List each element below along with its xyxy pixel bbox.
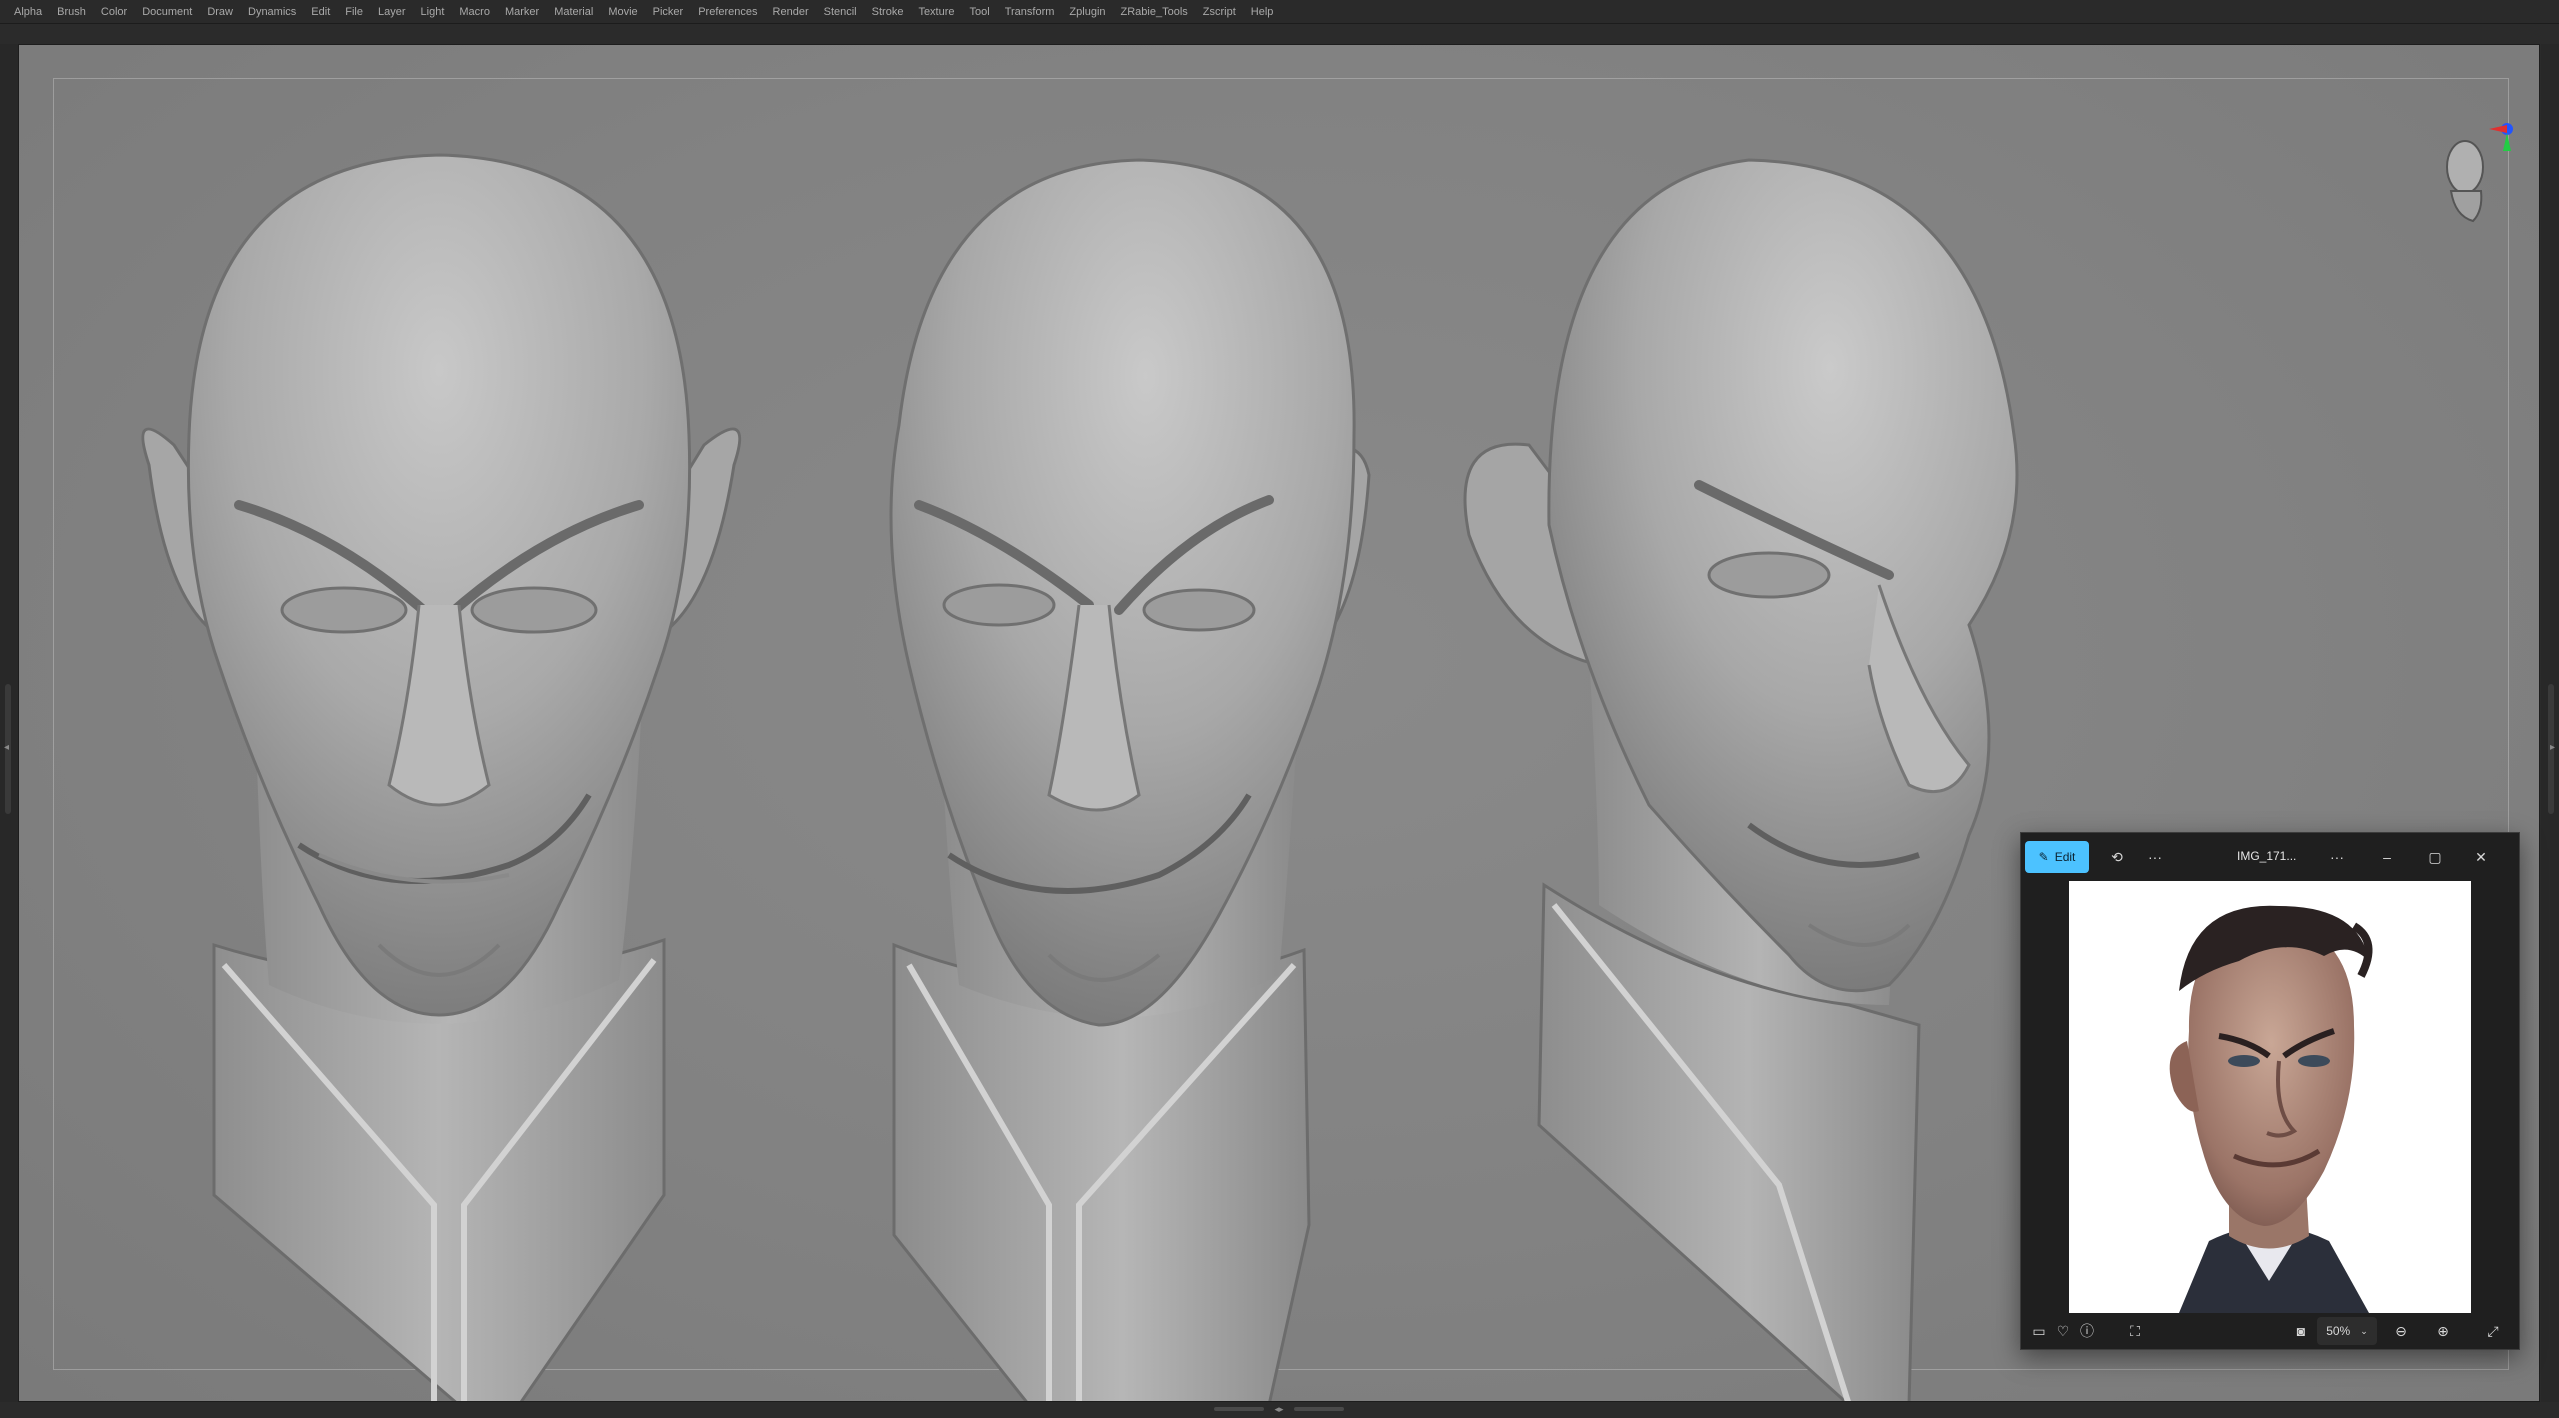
menu-item-texture[interactable]: Texture xyxy=(918,6,954,18)
photo-viewer-toolbar: ▭ ♡ ⓘ ⛶ ◙ 50% ⌄ ⊖ ⊕ ⤢ xyxy=(2021,1313,2519,1349)
menu-item-brush[interactable]: Brush xyxy=(57,6,86,18)
chevron-down-icon: ⌄ xyxy=(2360,1325,2368,1336)
zoom-dropdown[interactable]: 50% ⌄ xyxy=(2317,1317,2377,1345)
head-model-side[interactable] xyxy=(1449,105,2099,1402)
menu-item-edit[interactable]: Edit xyxy=(311,6,330,18)
photo-viewer-window: ✎ Edit ⟲ ··· IMG_171... ··· – ▢ ✕ ▭ ♡ ⓘ … xyxy=(2020,832,2520,1350)
menu-item-movie[interactable]: Movie xyxy=(608,6,637,18)
menu-item-material[interactable]: Material xyxy=(554,6,593,18)
minimize-icon[interactable]: – xyxy=(2373,843,2401,871)
camera-icon[interactable]: ◙ xyxy=(2287,1317,2315,1345)
fit-to-window-icon[interactable]: ⛶ xyxy=(2121,1317,2149,1345)
menu-bar: Alpha Brush Color Document Draw Dynamics Edit F… xyxy=(0,0,2559,24)
rotate-icon[interactable]: ⟲ xyxy=(2103,843,2131,871)
menu-item-marker[interactable]: Marker xyxy=(505,6,539,18)
head-gizmo-icon[interactable] xyxy=(2433,121,2523,225)
menu-item-help[interactable]: Help xyxy=(1251,6,1274,18)
bottom-tray-handle[interactable]: ◂▸ xyxy=(1214,1404,1344,1415)
menu-item-stroke[interactable]: Stroke xyxy=(872,6,904,18)
edit-pencil-icon: ✎ xyxy=(2038,850,2049,864)
info-icon[interactable]: ⓘ xyxy=(2073,1317,2101,1345)
maximize-icon[interactable]: ▢ xyxy=(2421,843,2449,871)
head-model-three-quarter[interactable] xyxy=(799,105,1449,1402)
menu-item-file[interactable]: File xyxy=(345,6,363,18)
expand-left-arrow-icon[interactable]: ◂ xyxy=(4,742,9,753)
menu-item-picker[interactable]: Picker xyxy=(653,6,684,18)
right-dock: ▸ xyxy=(2541,44,2559,1402)
menu-item-layer[interactable]: Layer xyxy=(378,6,406,18)
fullscreen-icon[interactable]: ⤢ xyxy=(2479,1317,2507,1345)
menu-item-zplugin[interactable]: Zplugin xyxy=(1069,6,1105,18)
more-icon[interactable]: ··· xyxy=(2141,843,2169,871)
menu-item-color[interactable]: Color xyxy=(101,6,127,18)
menu-item-zrabie-tools[interactable]: ZRabie_Tools xyxy=(1121,6,1188,18)
zoom-in-icon[interactable]: ⊕ xyxy=(2429,1317,2457,1345)
menu-item-draw[interactable]: Draw xyxy=(207,6,233,18)
photo-title: IMG_171... xyxy=(2237,849,2297,863)
tray-arrows-icon[interactable]: ◂▸ xyxy=(1274,1404,1283,1415)
reference-portrait xyxy=(2069,881,2471,1313)
edit-label: Edit xyxy=(2054,850,2076,864)
close-icon[interactable]: ✕ xyxy=(2467,843,2495,871)
menu-item-macro[interactable]: Macro xyxy=(459,6,490,18)
more-icon[interactable]: ··· xyxy=(2323,843,2351,871)
menu-item-transform[interactable]: Transform xyxy=(1005,6,1055,18)
menu-item-preferences[interactable]: Preferences xyxy=(698,6,757,18)
menu-item-alpha[interactable]: Alpha xyxy=(14,6,42,18)
menu-item-dynamics[interactable]: Dynamics xyxy=(248,6,296,18)
head-model-front[interactable] xyxy=(89,105,789,1402)
reference-image xyxy=(2069,881,2471,1313)
tray-bar xyxy=(1214,1407,1264,1411)
expand-right-arrow-icon[interactable]: ▸ xyxy=(2550,742,2555,753)
menu-item-document[interactable]: Document xyxy=(142,6,192,18)
tray-bar xyxy=(1293,1407,1344,1411)
menu-item-zscript[interactable]: Zscript xyxy=(1203,6,1236,18)
edit-button[interactable]: ✎ Edit xyxy=(2025,841,2089,873)
menu-item-light[interactable]: Light xyxy=(421,6,445,18)
left-dock: ◂ xyxy=(0,44,18,1402)
menu-item-tool[interactable]: Tool xyxy=(970,6,990,18)
zoom-value: 50% xyxy=(2326,1324,2351,1338)
zoom-out-icon[interactable]: ⊖ xyxy=(2387,1317,2415,1345)
photo-viewer-titlebar: ✎ Edit ⟲ ··· IMG_171... ··· – ▢ ✕ xyxy=(2021,833,2519,881)
menu-item-stencil[interactable]: Stencil xyxy=(824,6,857,18)
menu-item-render[interactable]: Render xyxy=(773,6,809,18)
